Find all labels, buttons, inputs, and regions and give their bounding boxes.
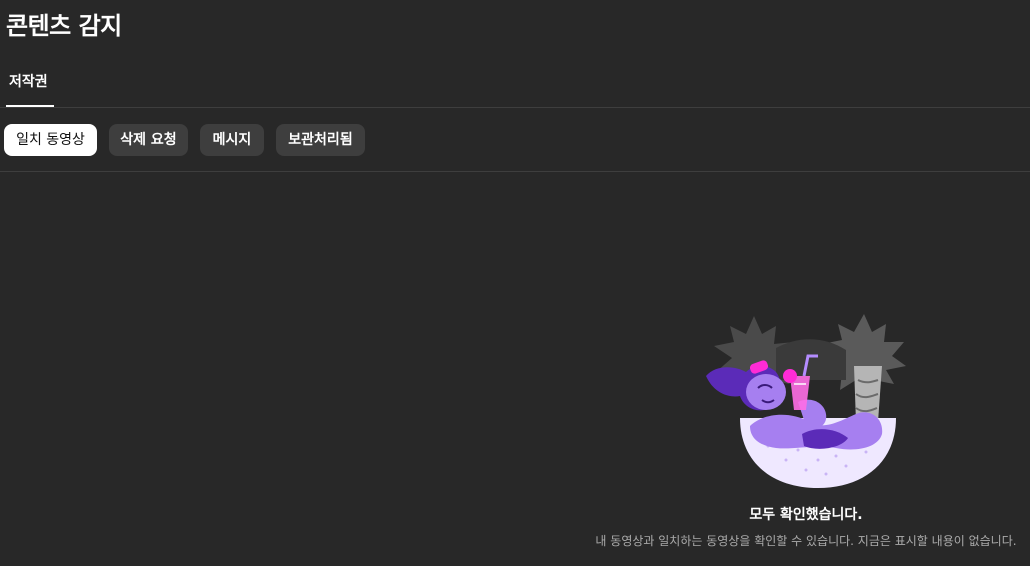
tab-copyright-label: 저작권	[9, 74, 48, 90]
chip-removal-requests[interactable]: 삭제 요청	[109, 124, 188, 156]
relaxing-in-hammock-illustration-icon	[706, 314, 906, 488]
page-title: 콘텐츠 감지	[6, 12, 122, 40]
tab-bar: 저작권	[0, 62, 1030, 108]
content-detection-page: 콘텐츠 감지 저작권 일치 동영상 삭제 요청 메시지 보관처리됨 모두 확인했…	[0, 0, 1030, 566]
chip-archived[interactable]: 보관처리됨	[276, 124, 365, 156]
filter-chip-bar: 일치 동영상 삭제 요청 메시지 보관처리됨	[0, 108, 1030, 172]
chip-matches[interactable]: 일치 동영상	[4, 124, 97, 156]
empty-state-title: 모두 확인했습니다.	[749, 507, 863, 523]
tab-copyright[interactable]: 저작권	[6, 62, 54, 107]
empty-state-subtitle: 내 동영상과 일치하는 동영상을 확인할 수 있습니다. 지금은 표시할 내용이…	[595, 534, 1017, 548]
empty-state: 모두 확인했습니다. 내 동영상과 일치하는 동영상을 확인할 수 있습니다. …	[590, 310, 1022, 556]
chip-messages[interactable]: 메시지	[200, 124, 264, 156]
